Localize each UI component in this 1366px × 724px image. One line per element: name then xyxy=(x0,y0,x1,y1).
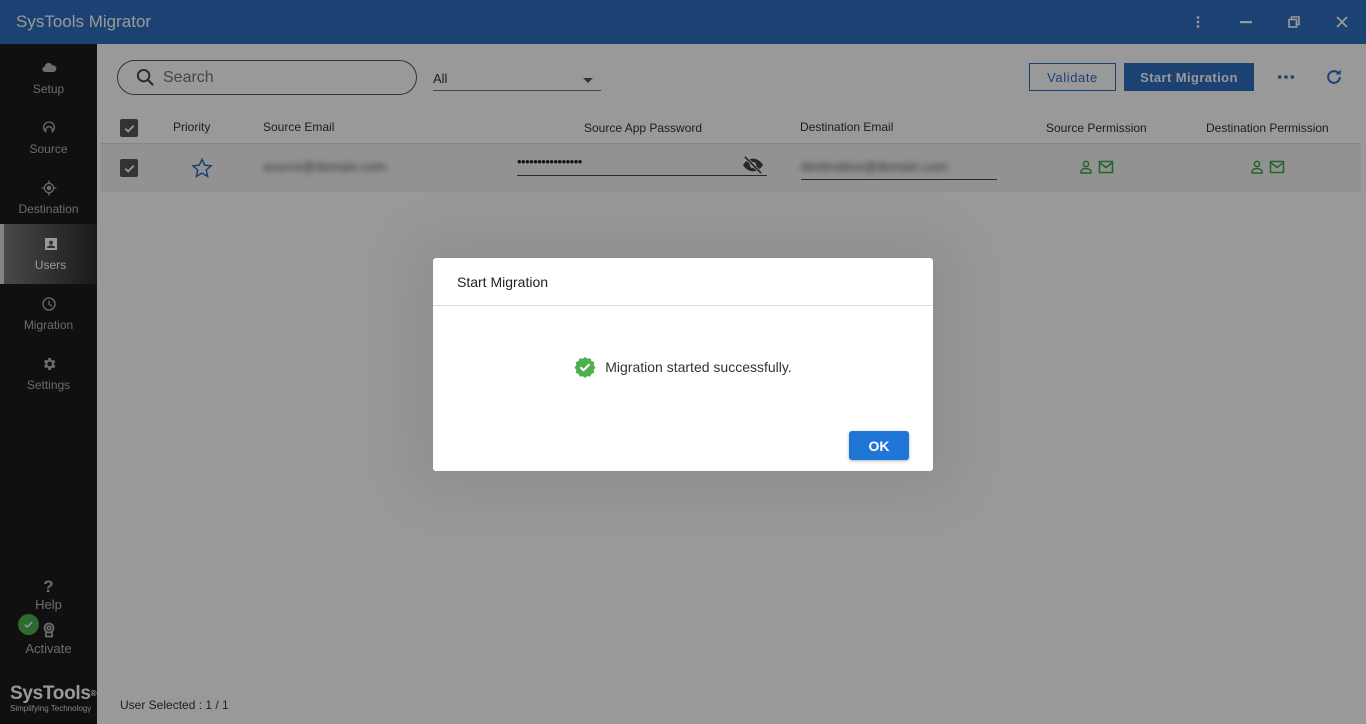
dialog-message-text: Migration started successfully. xyxy=(605,359,792,375)
dialog-title: Start Migration xyxy=(433,258,933,306)
start-migration-dialog: Start Migration Migration started succes… xyxy=(433,258,933,471)
verified-check-icon xyxy=(574,356,596,378)
dialog-message: Migration started successfully. xyxy=(433,356,933,378)
ok-button[interactable]: OK xyxy=(849,431,909,460)
